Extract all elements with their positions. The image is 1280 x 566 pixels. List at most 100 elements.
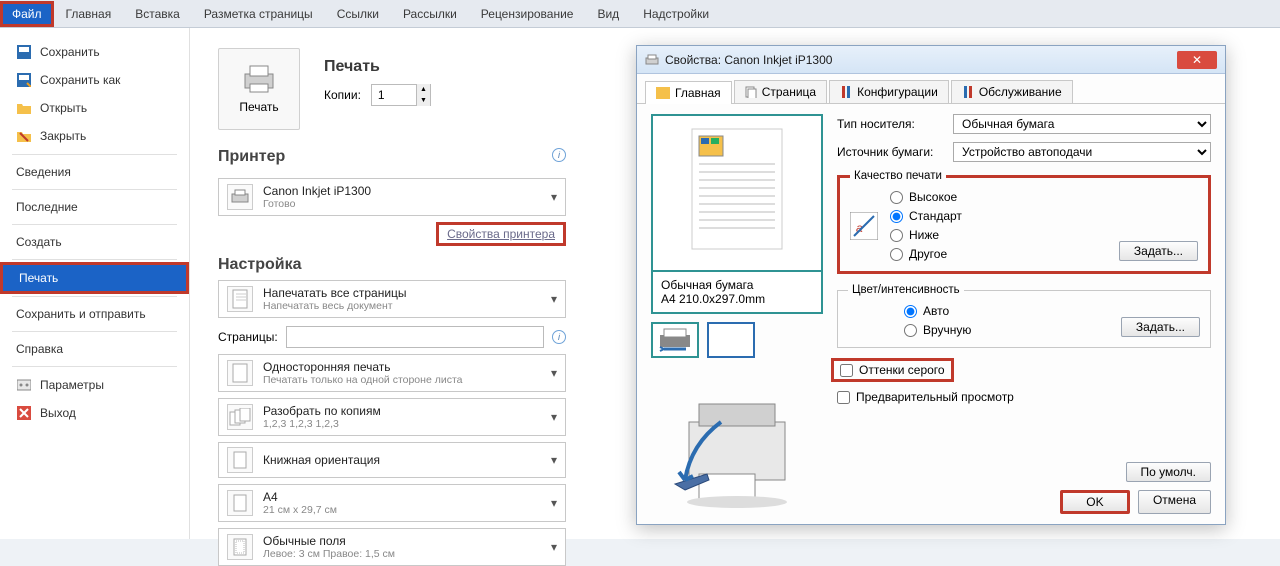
sidebar-item-save-send[interactable]: Сохранить и отправить — [0, 301, 189, 327]
tab-config[interactable]: Конфигурации — [829, 80, 949, 103]
print-range-dropdown[interactable]: Напечатать все страницы Напечатать весь … — [218, 280, 566, 318]
margins-icon — [227, 534, 253, 560]
ribbon-tab-addins[interactable]: Надстройки — [631, 1, 721, 27]
color-manual-radio[interactable]: Вручную — [904, 323, 971, 337]
tab-maintenance[interactable]: Обслуживание — [951, 80, 1073, 103]
preview-label: Предварительный просмотр — [856, 390, 1014, 404]
save-icon — [16, 44, 32, 60]
sidebar-item-exit[interactable]: Выход — [0, 399, 189, 427]
quality-standard-radio[interactable]: Стандарт — [890, 209, 962, 223]
sidebar-item-save-as[interactable]: Сохранить как — [0, 66, 189, 94]
ribbon-tab-insert[interactable]: Вставка — [123, 1, 192, 27]
collate-dropdown[interactable]: Разобрать по копиям 1,2,3 1,2,3 1,2,3 ▾ — [218, 398, 566, 436]
color-auto-radio[interactable]: Авто — [904, 304, 971, 318]
quality-sample-icon: a — [850, 212, 878, 240]
printer-properties-link[interactable]: Свойства принтера — [436, 222, 566, 246]
media-type-label: Тип носителя: — [837, 117, 945, 131]
quality-low-radio[interactable]: Ниже — [890, 228, 962, 242]
media-type-select[interactable]: Обычная бумага — [953, 114, 1211, 134]
preview-column: Обычная бумага A4 210.0x297.0mm — [651, 114, 823, 512]
preview-size-text: A4 210.0x297.0mm — [661, 292, 813, 306]
chevron-down-icon: ▾ — [551, 453, 557, 467]
info-icon[interactable]: i — [552, 330, 566, 344]
tab-page[interactable]: Страница — [734, 80, 827, 103]
ribbon-tab-home[interactable]: Главная — [54, 1, 124, 27]
close-icon: ✕ — [1192, 53, 1202, 67]
paper-source-label: Источник бумаги: — [837, 145, 945, 159]
printer-section-heading: Принтер — [218, 148, 285, 166]
tab-main-icon — [656, 87, 670, 99]
folder-close-icon — [16, 128, 32, 144]
sidebar-item-new[interactable]: Создать — [0, 229, 189, 255]
color-set-button[interactable]: Задать... — [1121, 317, 1200, 337]
tab-maint-icon — [962, 86, 974, 98]
copies-input[interactable] — [372, 85, 416, 105]
sidebar-item-close[interactable]: Закрыть — [0, 122, 189, 150]
paper-source-select[interactable]: Устройство автоподачи — [953, 142, 1211, 162]
grayscale-checkbox-row[interactable]: Оттенки серого — [831, 358, 954, 382]
ribbon-tab-mailings[interactable]: Рассылки — [391, 1, 469, 27]
print-button-label: Печать — [239, 100, 278, 114]
settings-column: Тип носителя: Обычная бумага Источник бу… — [837, 114, 1211, 512]
portrait-icon — [227, 447, 253, 473]
color-fieldset: Цвет/интенсивность Авто Вручную Задать..… — [837, 284, 1211, 348]
ribbon-tab-layout[interactable]: Разметка страницы — [192, 1, 325, 27]
quality-high-radio[interactable]: Высокое — [890, 190, 962, 204]
grayscale-checkbox[interactable] — [840, 364, 853, 377]
printer-small-icon — [645, 54, 659, 66]
printer-status: Готово — [263, 198, 551, 210]
quality-set-button[interactable]: Задать... — [1119, 241, 1198, 261]
sidebar-item-recent[interactable]: Последние — [0, 194, 189, 220]
grayscale-label: Оттенки серого — [859, 363, 945, 377]
margins-dropdown[interactable]: Обычные поля Левое: 3 см Правое: 1,5 см … — [218, 528, 566, 566]
ribbon-tab-review[interactable]: Рецензирование — [469, 1, 586, 27]
cancel-button[interactable]: Отмена — [1138, 490, 1211, 514]
chevron-down-icon: ▾ — [551, 190, 557, 204]
paper-icon — [227, 490, 253, 516]
quality-legend: Качество печати — [850, 170, 946, 182]
paper-size-dropdown[interactable]: A4 21 см x 29,7 см ▾ — [218, 484, 566, 522]
exit-icon — [16, 405, 32, 421]
tab-main[interactable]: Главная — [645, 81, 732, 104]
pages-label: Страницы: — [218, 330, 278, 344]
stepper-down-icon[interactable]: ▼ — [416, 95, 430, 106]
backstage-sidebar: Сохранить Сохранить как Открыть Закрыть … — [0, 28, 190, 539]
printer-icon — [241, 64, 277, 94]
ribbon-tab-view[interactable]: Вид — [585, 1, 631, 27]
sidebar-item-save[interactable]: Сохранить — [0, 38, 189, 66]
ok-button[interactable]: OK — [1060, 490, 1130, 514]
ribbon-tab-file[interactable]: Файл — [0, 1, 54, 27]
preview-thumb-page[interactable] — [707, 322, 755, 358]
sidebar-label: Выход — [40, 406, 76, 420]
printer-illustration — [651, 384, 811, 512]
tab-config-icon — [840, 86, 852, 98]
dialog-title: Свойства: Canon Inkjet iP1300 — [665, 53, 1171, 67]
sidebar-item-help[interactable]: Справка — [0, 336, 189, 362]
dialog-titlebar[interactable]: Свойства: Canon Inkjet iP1300 ✕ — [637, 46, 1225, 74]
ribbon-tab-links[interactable]: Ссылки — [325, 1, 391, 27]
sidebar-label: Сохранить — [40, 45, 100, 59]
copies-stepper[interactable]: ▲ ▼ — [371, 84, 431, 106]
preview-thumb-printer[interactable] — [651, 322, 699, 358]
options-icon — [16, 377, 32, 393]
pages-icon — [227, 286, 253, 312]
ribbon: Файл Главная Вставка Разметка страницы С… — [0, 0, 1280, 28]
close-button[interactable]: ✕ — [1177, 51, 1217, 69]
pages-input[interactable] — [286, 326, 544, 348]
defaults-button[interactable]: По умолч. — [1126, 462, 1211, 482]
sidebar-item-info[interactable]: Сведения — [0, 159, 189, 185]
quality-other-radio[interactable]: Другое — [890, 247, 962, 261]
print-button[interactable]: Печать — [218, 48, 300, 130]
stepper-up-icon[interactable]: ▲ — [416, 84, 430, 95]
sidebar-item-options[interactable]: Параметры — [0, 371, 189, 399]
printer-dropdown[interactable]: Canon Inkjet iP1300 Готово ▾ — [218, 178, 566, 216]
sides-dropdown[interactable]: Односторонняя печать Печатать только на … — [218, 354, 566, 392]
orientation-dropdown[interactable]: Книжная ориентация ▾ — [218, 442, 566, 478]
preview-checkbox[interactable] — [837, 391, 850, 404]
sidebar-item-print[interactable]: Печать — [3, 265, 186, 291]
preview-media-text: Обычная бумага — [661, 278, 813, 292]
sidebar-item-open[interactable]: Открыть — [0, 94, 189, 122]
info-icon[interactable]: i — [552, 148, 566, 162]
preview-checkbox-row[interactable]: Предварительный просмотр — [837, 390, 1211, 404]
quality-fieldset: Качество печати a Высокое Стандарт Ниже … — [837, 170, 1211, 274]
